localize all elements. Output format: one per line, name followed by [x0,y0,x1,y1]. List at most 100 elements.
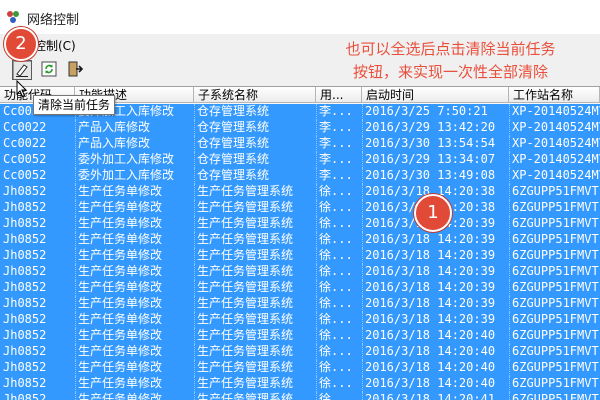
column-divider [75,296,76,312]
cell-start-time: 2016/3/25 7:50:21 [365,104,488,118]
table-row[interactable]: Jh0852 生产任务单修改 生产任务管理系统 徐... 2016/3/18 14:20… [0,360,600,376]
cell-function-desc: 生产任务单修改 [78,392,163,400]
column-divider [75,120,76,136]
column-divider [362,264,363,280]
column-divider [362,296,363,312]
table-row[interactable]: Jh0852 生产任务单修改 生产任务管理系统 徐... 2016/3/18 14:20… [0,280,600,296]
cell-start-time: 2016/3/18 14:20:40 [365,376,496,390]
cell-start-time: 2016/3/18 14:20:39 [365,280,496,294]
eraser-icon [16,64,28,77]
column-divider [194,216,195,232]
column-divider [509,104,510,120]
column-header-subsystem[interactable]: 子系统名称 [194,87,316,103]
cell-start-time: 2016/3/18 14:20:39 [365,312,496,326]
cell-function-code: Jh0852 [3,232,47,246]
table-row[interactable]: Cc0022 产品入库修改 仓存管理系统 李... 2016/3/29 13:42:20… [0,120,600,136]
cell-user: 徐... [319,344,353,358]
column-divider [362,312,363,328]
cell-user: 徐... [319,360,353,374]
column-divider [509,136,510,152]
column-divider [75,328,76,344]
table-row[interactable]: Jh0852 生产任务单修改 生产任务管理系统 徐... 2016/3/18 14:20… [0,232,600,248]
column-divider [316,248,317,264]
column-divider [75,392,76,400]
column-divider [509,296,510,312]
column-divider [316,280,317,296]
column-divider [316,232,317,248]
column-divider [316,344,317,360]
cell-workstation: 6ZGUPP51FMVT [512,376,599,390]
column-divider [75,200,76,216]
column-divider [316,264,317,280]
column-divider [194,104,195,120]
column-header-start-time[interactable]: 启动时间 [362,87,509,103]
cell-workstation: 6ZGUPP51FMVT [512,392,599,400]
column-divider [194,136,195,152]
column-divider [316,392,317,400]
table-row[interactable]: Jh0852 生产任务单修改 生产任务管理系统 徐... 2016/3/18 14:20… [0,200,600,216]
table-row[interactable]: Jh0852 生产任务单修改 生产任务管理系统 徐... 2016/3/18 14:20… [0,248,600,264]
cell-workstation: XP-20140524MY [512,104,600,118]
table-row[interactable]: Jh0852 生产任务单修改 生产任务管理系统 徐... 2016/3/18 14:20… [0,328,600,344]
column-divider [362,136,363,152]
exit-button[interactable] [66,60,86,80]
cell-function-desc: 委外加工入库修改 [78,168,175,182]
table-row[interactable]: Jh0852 生产任务单修改 生产任务管理系统 徐... 2016/3/18 14:20… [0,392,600,400]
cell-user: 徐... [319,312,353,326]
table-row[interactable]: Jh0852 生产任务单修改 生产任务管理系统 徐... 2016/3/18 14:20… [0,376,600,392]
cell-function-code: Jh0852 [3,184,47,198]
cell-function-desc: 产品入库修改 [78,120,151,134]
column-divider [194,296,195,312]
cell-function-desc: 生产任务单修改 [78,328,163,342]
cell-function-code: Jh0852 [3,376,47,390]
column-divider [316,200,317,216]
refresh-button[interactable] [40,60,60,80]
column-header-user[interactable]: 用... [316,87,362,103]
table-row[interactable]: Cc0052 委外加工入库修改 仓存管理系统 李... 2016/3/30 13:49:… [0,168,600,184]
table-row[interactable]: Cc0022 产品入库修改 仓存管理系统 李... 2016/3/30 13:54:54… [0,136,600,152]
cell-user: 徐... [319,184,353,198]
mouse-cursor-icon [16,80,28,98]
cell-start-time: 2016/3/18 14:20:40 [365,344,496,358]
table-row[interactable]: Jh0852 生产任务单修改 生产任务管理系统 徐... 2016/3/18 14:20… [0,216,600,232]
column-divider [316,184,317,200]
annotation-line-2: 按钮，来实现一次性全部清除 [352,63,548,81]
cell-subsystem: 仓存管理系统 [197,104,270,118]
cell-start-time: 2016/3/18 14:20:40 [365,328,496,342]
cell-subsystem: 仓存管理系统 [197,120,270,134]
column-divider [75,216,76,232]
column-header-workstation[interactable]: 工作站名称 [509,87,600,103]
cell-workstation: XP-20140524MY [512,152,600,166]
table-row[interactable]: Cc0052 委外加工入库修改 仓存管理系统 李... 2016/3/29 13:34:… [0,152,600,168]
column-divider [362,280,363,296]
cell-function-code: Jh0852 [3,296,47,310]
cell-start-time: 2016/3/18 14:20:39 [365,296,496,310]
cell-workstation: 6ZGUPP51FMVT [512,216,599,230]
menu-control[interactable]: 控制(C) [34,37,76,54]
column-divider [316,216,317,232]
column-divider [509,168,510,184]
column-divider [316,104,317,120]
table-row[interactable]: Jh0852 生产任务单修改 生产任务管理系统 徐... 2016/3/18 14:20… [0,344,600,360]
column-divider [75,168,76,184]
column-divider [509,392,510,400]
column-divider [194,344,195,360]
cell-function-code: Jh0852 [3,312,47,326]
cell-workstation: 6ZGUPP51FMVT [512,312,599,326]
table-row[interactable]: Jh0852 生产任务单修改 生产任务管理系统 徐... 2016/3/18 14:20… [0,296,600,312]
table-row[interactable]: Jh0852 生产任务单修改 生产任务管理系统 徐... 2016/3/18 14:20… [0,312,600,328]
column-divider [362,184,363,200]
table-row[interactable]: Jh0852 生产任务单修改 生产任务管理系统 徐... 2016/3/18 14:20… [0,184,600,200]
cell-function-desc: 委外加工入库修改 [78,152,175,166]
cell-user: 徐... [319,264,353,278]
cell-user: 徐... [319,216,353,230]
column-divider [194,376,195,392]
cell-subsystem: 生产任务管理系统 [197,392,294,400]
window-title: 网络控制 [27,13,80,28]
cell-subsystem: 仓存管理系统 [197,152,270,166]
cell-function-desc: 产品入库修改 [78,136,151,150]
clear-task-button[interactable] [12,60,32,80]
column-divider [509,120,510,136]
table-row[interactable]: Jh0852 生产任务单修改 生产任务管理系统 徐... 2016/3/18 14:20… [0,264,600,280]
cell-subsystem: 生产任务管理系统 [197,344,294,358]
